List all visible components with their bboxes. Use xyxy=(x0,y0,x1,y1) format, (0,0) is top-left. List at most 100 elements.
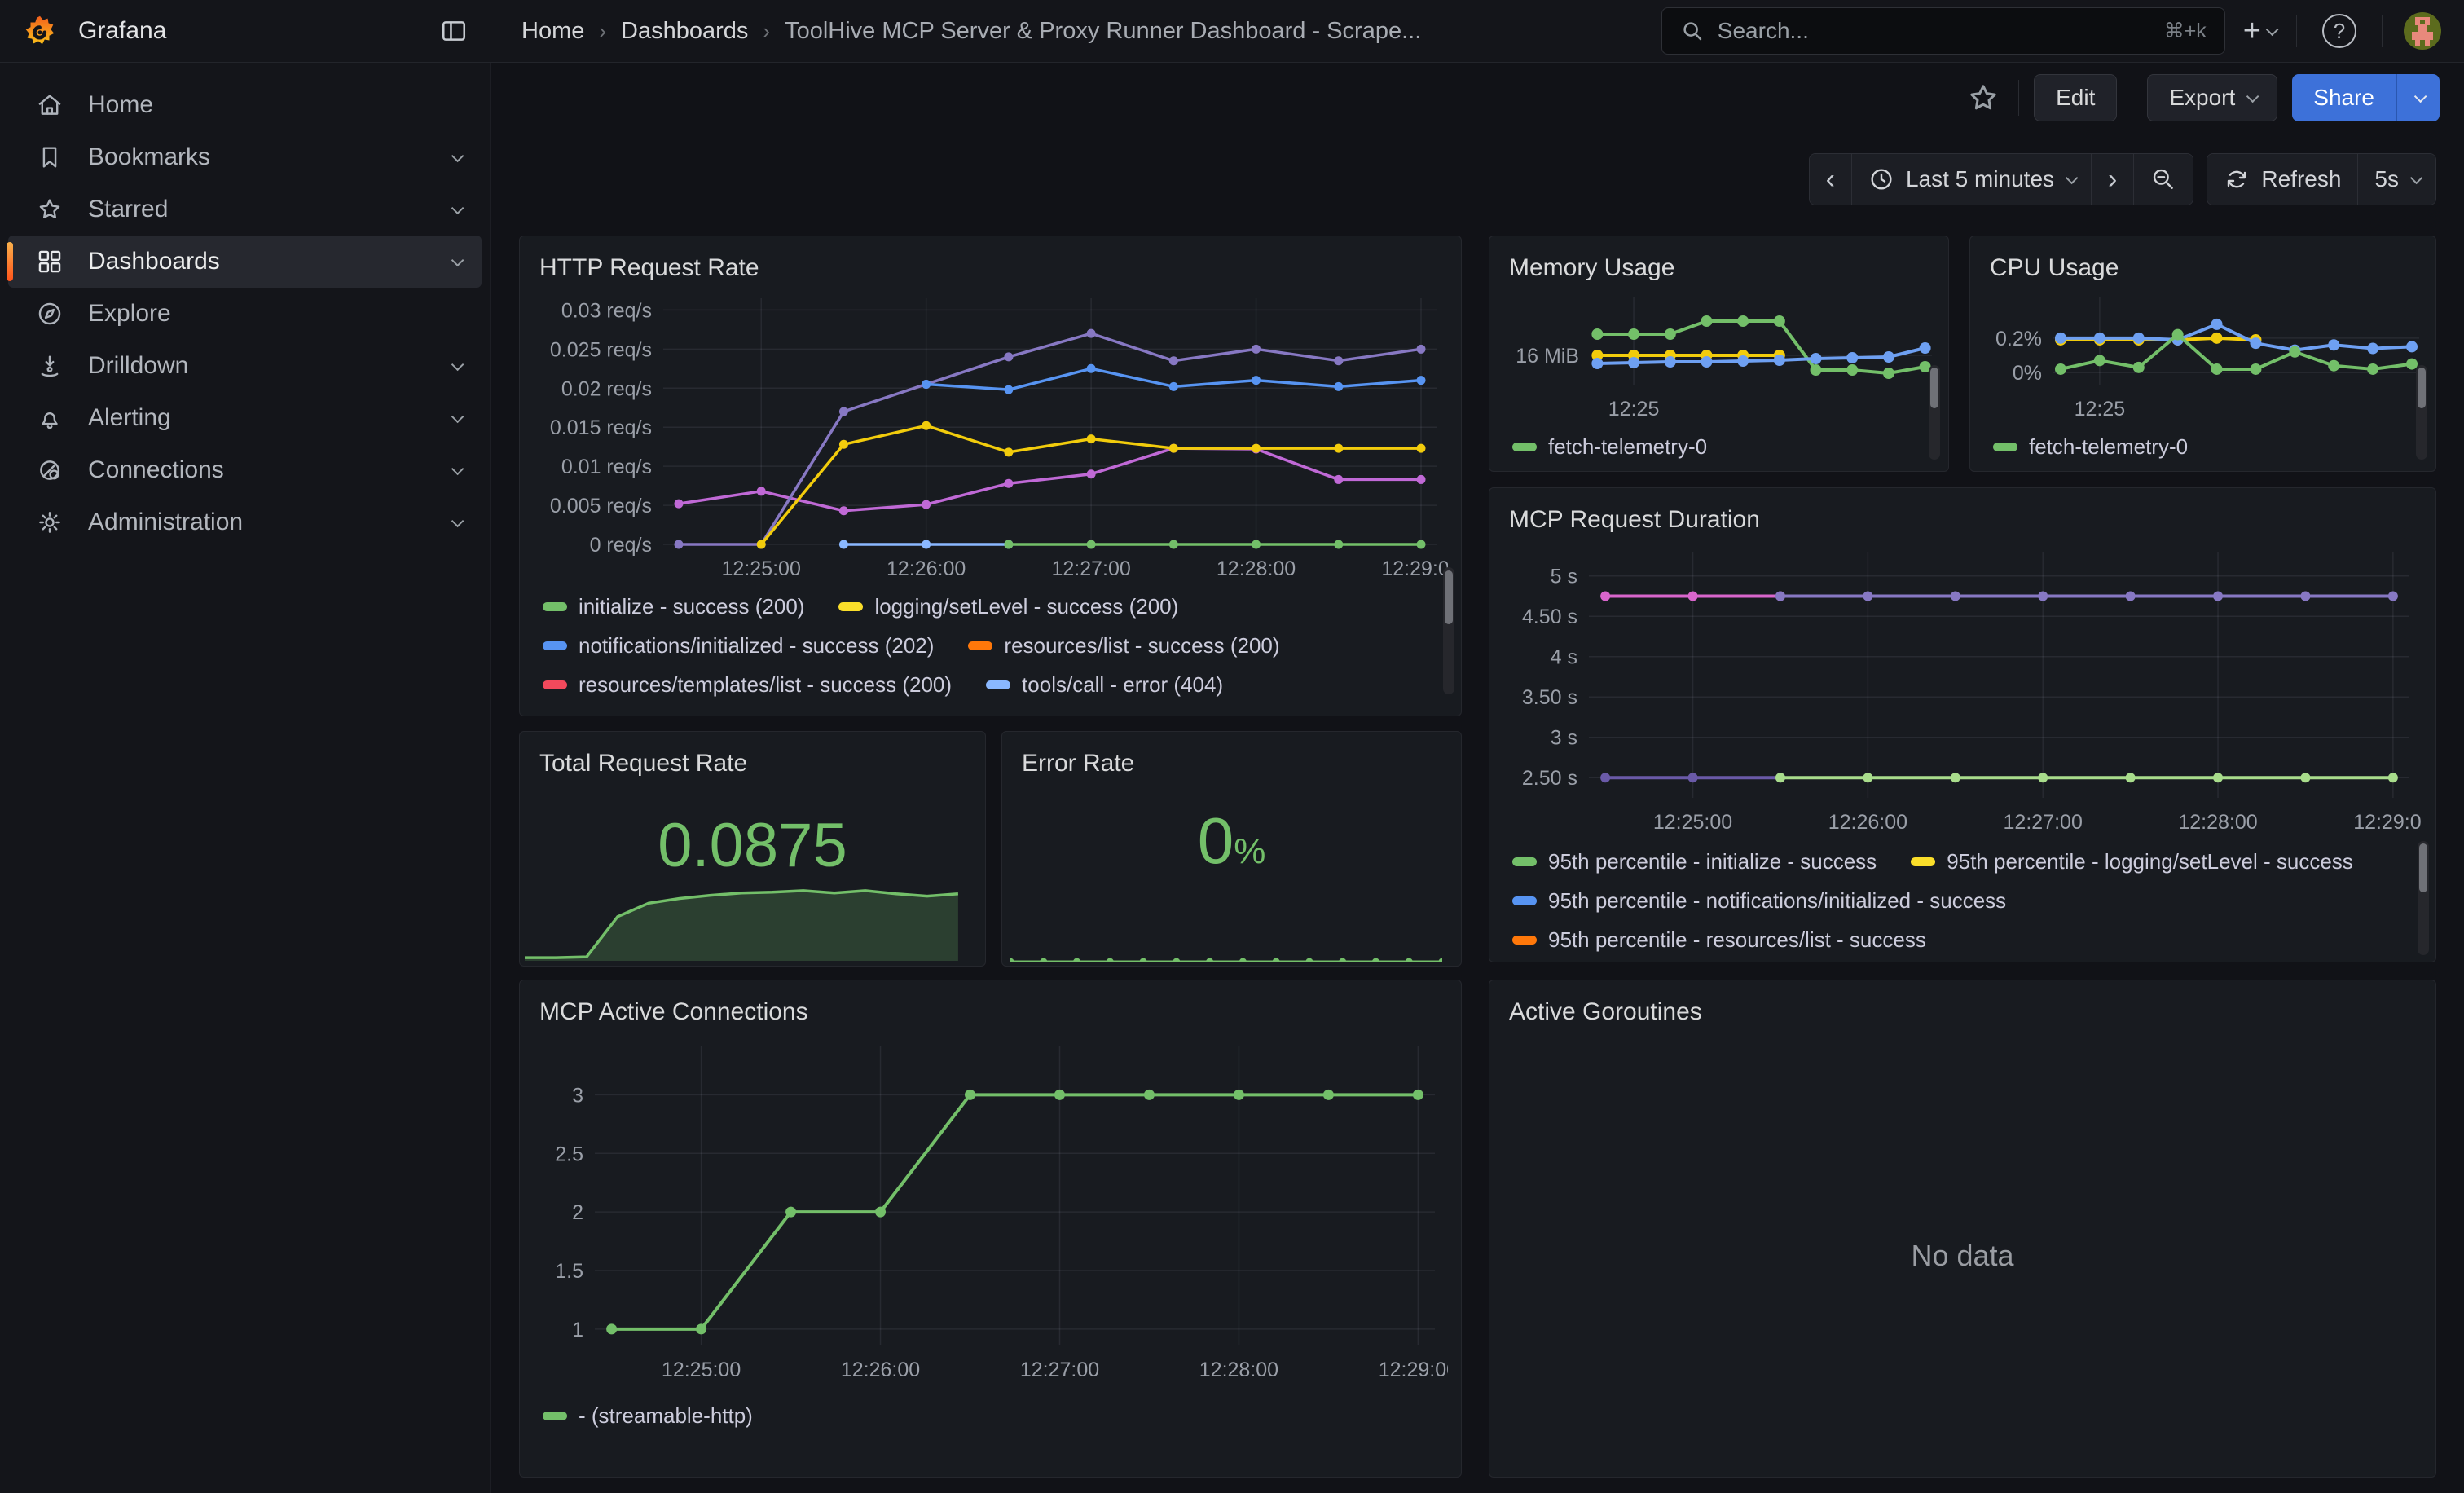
edit-button[interactable]: Edit xyxy=(2034,74,2117,121)
chevron-down-icon xyxy=(451,149,464,162)
legend-label: fetch-telemetry-0 xyxy=(1548,434,1707,460)
gear-icon xyxy=(36,509,64,536)
svg-text:0 req/s: 0 req/s xyxy=(590,534,652,557)
divider xyxy=(2296,15,2297,47)
panel-title[interactable]: Memory Usage xyxy=(1489,236,1948,282)
legend-item[interactable]: initialize - success (200) xyxy=(543,593,804,619)
refresh-button[interactable]: Refresh xyxy=(2207,154,2358,205)
legend-label: notifications/initialized - success (202… xyxy=(579,633,934,658)
sidebar-item-bookmarks[interactable]: Bookmarks xyxy=(8,131,482,183)
sidebar-item-label: Explore xyxy=(88,300,460,328)
svg-text:12:29:00: 12:29:00 xyxy=(1379,1359,1448,1381)
legend-swatch xyxy=(968,641,992,650)
panel-title[interactable]: Error Rate xyxy=(1002,732,1461,777)
mcp-active-connections-chart: 32.521.5112:25:0012:26:0012:27:0012:28:0… xyxy=(535,1031,1448,1391)
legend-item[interactable]: tools/call - error (404) xyxy=(986,672,1223,698)
edit-label: Edit xyxy=(2056,85,2095,111)
sidebar-item-label: Starred xyxy=(88,196,451,223)
legend-scrollbar[interactable] xyxy=(2416,365,2427,460)
panel-title[interactable]: HTTP Request Rate xyxy=(520,236,1461,282)
favorite-button[interactable] xyxy=(1963,77,2004,118)
svg-text:12:27:00: 12:27:00 xyxy=(1051,557,1130,580)
chevron-down-icon xyxy=(451,462,464,475)
svg-text:3: 3 xyxy=(572,1084,583,1107)
search-input[interactable]: Search... ⌘+k xyxy=(1661,7,2225,55)
legend-item[interactable]: 95th percentile - notifications/initiali… xyxy=(1512,887,2006,914)
divider xyxy=(2018,80,2019,116)
legend-label: resources/list - success (200) xyxy=(1004,633,1279,658)
legend-item[interactable]: fetch-telemetry-0 xyxy=(1512,434,1707,460)
refresh-interval-picker[interactable]: 5s xyxy=(2358,154,2435,205)
help-button[interactable]: ? xyxy=(2318,10,2361,52)
legend-item[interactable]: - (streamable-http) xyxy=(543,1403,753,1429)
breadcrumb-item[interactable]: Dashboards xyxy=(621,18,748,45)
sidebar-header: Grafana xyxy=(0,0,491,62)
legend-item[interactable]: 95th percentile - logging/setLevel - suc… xyxy=(1911,848,2353,874)
panel-error-rate: Error Rate 0% xyxy=(1001,731,1462,967)
sidebar-item-dashboards[interactable]: Dashboards xyxy=(8,236,482,288)
home-icon xyxy=(36,91,64,119)
time-controls: ‹ Last 5 minutes › xyxy=(1809,153,2436,205)
legend-scrollbar[interactable] xyxy=(2418,841,2429,955)
panel-title[interactable]: Total Request Rate xyxy=(520,732,985,777)
panel-title[interactable]: CPU Usage xyxy=(1970,236,2435,282)
sidebar-item-starred[interactable]: Starred xyxy=(8,183,482,236)
time-shift-back-button[interactable]: ‹ xyxy=(1810,154,1852,205)
time-range-picker[interactable]: Last 5 minutes xyxy=(1852,154,2092,205)
legend-item[interactable]: logging/setLevel - success (200) xyxy=(838,593,1178,619)
legend-label: 95th percentile - notifications/initiali… xyxy=(1548,888,2006,914)
panel-title[interactable]: MCP Active Connections xyxy=(520,980,1461,1026)
sidebar-item-explore[interactable]: Explore xyxy=(8,288,482,340)
chevron-right-icon: › xyxy=(2108,164,2117,196)
panel-title[interactable]: Active Goroutines xyxy=(1489,980,2435,1026)
breadcrumb-item[interactable]: Home xyxy=(521,18,584,45)
search-placeholder: Search... xyxy=(1718,18,2151,44)
time-shift-forward-button[interactable]: › xyxy=(2092,154,2134,205)
svg-text:12:25:00: 12:25:00 xyxy=(722,557,801,580)
compass-icon xyxy=(36,300,64,328)
panel-memory-usage: Memory Usage 16 MiB12:25 fetch-telemetry… xyxy=(1489,236,1949,472)
refresh-icon xyxy=(2224,166,2250,192)
zoom-out-button[interactable] xyxy=(2134,154,2193,205)
legend-label: 95th percentile - initialize - success xyxy=(1548,849,1877,874)
sidebar-item-label: Dashboards xyxy=(88,248,451,275)
search-shortcut: ⌘+k xyxy=(2164,19,2207,43)
legend-item[interactable]: resources/templates/list - success (200) xyxy=(543,672,952,698)
sidebar-toggle-icon[interactable] xyxy=(440,17,468,45)
sidebar-item-administration[interactable]: Administration xyxy=(8,496,482,548)
user-avatar[interactable] xyxy=(2404,12,2441,50)
top-bar: Grafana Home›Dashboards›ToolHive MCP Ser… xyxy=(0,0,2464,63)
chevron-down-icon xyxy=(451,201,464,214)
panel-title[interactable]: MCP Request Duration xyxy=(1489,488,2435,534)
sidebar-item-home[interactable]: Home xyxy=(8,79,482,131)
svg-text:12:26:00: 12:26:00 xyxy=(841,1359,920,1381)
legend-item[interactable]: notifications/initialized - success (202… xyxy=(543,632,934,658)
svg-text:12:28:00: 12:28:00 xyxy=(1217,557,1296,580)
svg-text:12:25:00: 12:25:00 xyxy=(1653,811,1732,834)
sidebar-item-label: Connections xyxy=(88,456,451,484)
legend-item[interactable]: fetch-telemetry-0 xyxy=(1993,434,2188,460)
svg-text:0.015 req/s: 0.015 req/s xyxy=(550,416,652,439)
legend-item[interactable]: 95th percentile - resources/list - succe… xyxy=(1512,927,1926,953)
panel-cpu-usage: CPU Usage 0.2%0%12:25 fetch-telemetry-0 xyxy=(1969,236,2436,472)
legend-scrollbar[interactable] xyxy=(1929,365,1940,460)
sidebar-item-connections[interactable]: Connections xyxy=(8,444,482,496)
legend-item[interactable]: 95th percentile - initialize - success xyxy=(1512,848,1877,874)
svg-text:12:28:00: 12:28:00 xyxy=(1199,1359,1278,1381)
export-button[interactable]: Export xyxy=(2147,74,2277,121)
share-button[interactable]: Share xyxy=(2292,74,2440,121)
time-range-label: Last 5 minutes xyxy=(1906,166,2054,192)
legend-swatch xyxy=(1911,857,1935,866)
sidebar-item-drilldown[interactable]: Drilldown xyxy=(8,340,482,392)
svg-text:12:26:00: 12:26:00 xyxy=(887,557,966,580)
chevron-down-icon xyxy=(451,410,464,423)
legend-swatch xyxy=(1512,936,1537,945)
legend-swatch xyxy=(1512,443,1537,451)
legend-scrollbar[interactable] xyxy=(1443,567,1454,694)
legend-item[interactable]: resources/list - success (200) xyxy=(968,632,1279,658)
share-menu-button[interactable] xyxy=(2396,74,2440,121)
side-nav: HomeBookmarks Starred Dashboards Explore Dri… xyxy=(0,63,491,1493)
add-button[interactable]: + xyxy=(2243,14,2275,49)
sidebar-item-alerting[interactable]: Alerting xyxy=(8,392,482,444)
refresh-interval-label: 5s xyxy=(2374,166,2399,192)
